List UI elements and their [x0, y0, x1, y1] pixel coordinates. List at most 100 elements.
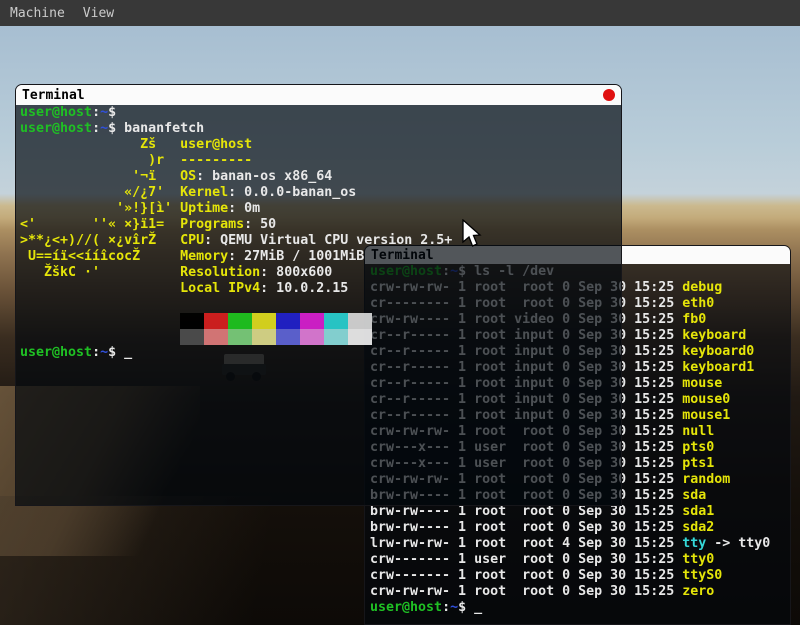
fetch-value: : 0.0.0-banan_os — [228, 185, 356, 200]
prompt-user: user@host — [370, 600, 442, 615]
fetch-value: : banan-os x86_64 — [196, 169, 332, 184]
prompt-symbol: $ — [108, 105, 124, 120]
fetch-art: )r — [20, 153, 180, 168]
fetch-title: --------- — [180, 153, 252, 168]
terminal-window-front[interactable]: Terminal user@host:~$ user@host:~$ banan… — [15, 84, 622, 506]
prompt-colon: : — [92, 345, 100, 360]
ls-filename: zero — [682, 584, 714, 599]
fetch-label: Kernel — [180, 185, 228, 200]
ls-filename: mouse0 — [682, 392, 730, 407]
palette-block — [252, 313, 276, 329]
prompt-user: user@host — [20, 105, 92, 120]
palette-block — [276, 313, 300, 329]
fetch-row: Local IPv4: 10.0.2.15 — [20, 281, 621, 297]
ls-filename: keyboard — [682, 328, 746, 343]
palette-block — [204, 329, 228, 345]
palette-block — [348, 329, 372, 345]
prompt-symbol: $ — [108, 345, 124, 360]
palette-row — [20, 313, 621, 329]
close-button[interactable] — [603, 89, 615, 101]
prompt-symbol: $ — [108, 121, 124, 136]
front-terminal-title: Terminal — [22, 88, 85, 103]
mouse-cursor-icon — [462, 219, 486, 249]
palette-indent — [20, 329, 180, 344]
fetch-art: >**¿<+)//( ×¿vîrŽ — [20, 233, 180, 248]
ls-row: crw-rw-rw- 1 root root 0 Sep 30 15:25 ze… — [370, 584, 790, 600]
fetch-row: >**¿<+)//( ×¿vîrŽ CPU: QEMU Virtual CPU … — [20, 233, 621, 249]
fetch-row: Zš user@host — [20, 137, 621, 153]
terminal-prompt-line: user@host:~$ bananfetch — [20, 121, 621, 137]
fetch-value: : 27MiB / 1001MiB — [228, 249, 364, 264]
prompt-colon: : — [92, 105, 100, 120]
prompt-symbol: $ — [458, 600, 474, 615]
fetch-label: Uptime — [180, 201, 228, 216]
blank-line — [20, 297, 621, 313]
ls-filename: mouse1 — [682, 408, 730, 423]
prompt-path: ~ — [100, 345, 108, 360]
terminal-prompt-line: user@host:~$ _ — [20, 345, 621, 361]
fetch-label: Resolution — [180, 265, 260, 280]
fetch-art: «/¿7' — [20, 185, 180, 200]
palette-row — [20, 329, 621, 345]
palette-block — [300, 313, 324, 329]
fetch-art: U==íï<<ííîcocŽ — [20, 249, 180, 264]
ls-filename: ttyS0 — [682, 568, 722, 583]
fetch-art: <' ''« ×}ï1= — [20, 217, 180, 232]
menu-item-machine[interactable]: Machine — [2, 6, 73, 21]
terminal-prompt-line: user@host:~$ — [20, 105, 621, 121]
prompt-colon: : — [442, 600, 450, 615]
fetch-row: ŽškC ·' Resolution: 800x600 — [20, 265, 621, 281]
fetch-value: : 800x600 — [260, 265, 332, 280]
fetch-value: : 0m — [228, 201, 260, 216]
ls-row: crw------- 1 user root 0 Sep 30 15:25 tt… — [370, 552, 790, 568]
front-terminal-titlebar[interactable]: Terminal — [16, 85, 621, 105]
ls-row: crw------- 1 root root 0 Sep 30 15:25 tt… — [370, 568, 790, 584]
text-cursor: _ — [474, 600, 482, 615]
palette-block — [204, 313, 228, 329]
palette-block — [348, 313, 372, 329]
ls-filename: tty — [682, 536, 706, 551]
ls-filename: random — [682, 472, 730, 487]
prompt-user: user@host — [20, 121, 92, 136]
ls-filename: fb0 — [682, 312, 706, 327]
menu-item-view[interactable]: View — [75, 6, 122, 21]
ls-filename: debug — [682, 280, 722, 295]
palette-block — [252, 329, 276, 345]
palette-block — [300, 329, 324, 345]
fetch-label: Local IPv4 — [180, 281, 260, 296]
fetch-row: '»!}[ì' Uptime: 0m — [20, 201, 621, 217]
menu-bar: Machine View — [0, 0, 800, 26]
ls-filename: eth0 — [682, 296, 714, 311]
command-text: bananfetch — [124, 121, 204, 136]
fetch-art: Zš — [20, 137, 180, 152]
fetch-art: ŽškC ·' — [20, 265, 180, 280]
ls-meta: brw-rw---- 1 root root 0 Sep 30 15:25 — [370, 504, 682, 519]
desert-foreground-rocks — [0, 496, 370, 625]
palette-block — [228, 329, 252, 345]
fetch-art — [20, 281, 180, 296]
ls-row: lrw-rw-rw- 1 root root 4 Sep 30 15:25 tt… — [370, 536, 790, 552]
ls-filename: keyboard1 — [682, 360, 754, 375]
ls-filename: sda2 — [682, 520, 714, 535]
fetch-row: «/¿7' Kernel: 0.0.0-banan_os — [20, 185, 621, 201]
ls-filename: mouse — [682, 376, 722, 391]
ls-filename: sda — [682, 488, 706, 503]
ls-meta: lrw-rw-rw- 1 root root 4 Sep 30 15:25 — [370, 536, 682, 551]
fetch-title: user@host — [180, 137, 252, 152]
ls-filename: null — [682, 424, 714, 439]
palette-block — [180, 329, 204, 345]
palette-block — [276, 329, 300, 345]
ls-row: brw-rw---- 1 root root 0 Sep 30 15:25 sd… — [370, 504, 790, 520]
fetch-row: '¬ï OS: banan-os x86_64 — [20, 169, 621, 185]
ls-meta: brw-rw---- 1 root root 0 Sep 30 15:25 — [370, 520, 682, 535]
palette-block — [324, 329, 348, 345]
palette-block — [180, 313, 204, 329]
prompt-path: ~ — [100, 121, 108, 136]
ls-filename: sda1 — [682, 504, 714, 519]
fetch-label: Programs — [180, 217, 244, 232]
prompt-path: ~ — [450, 600, 458, 615]
ls-filename: pts0 — [682, 440, 714, 455]
fetch-row: )r --------- — [20, 153, 621, 169]
terminal-prompt-line: user@host:~$ _ — [370, 600, 790, 616]
front-terminal-body[interactable]: user@host:~$ user@host:~$ bananfetch Zš … — [16, 105, 621, 506]
